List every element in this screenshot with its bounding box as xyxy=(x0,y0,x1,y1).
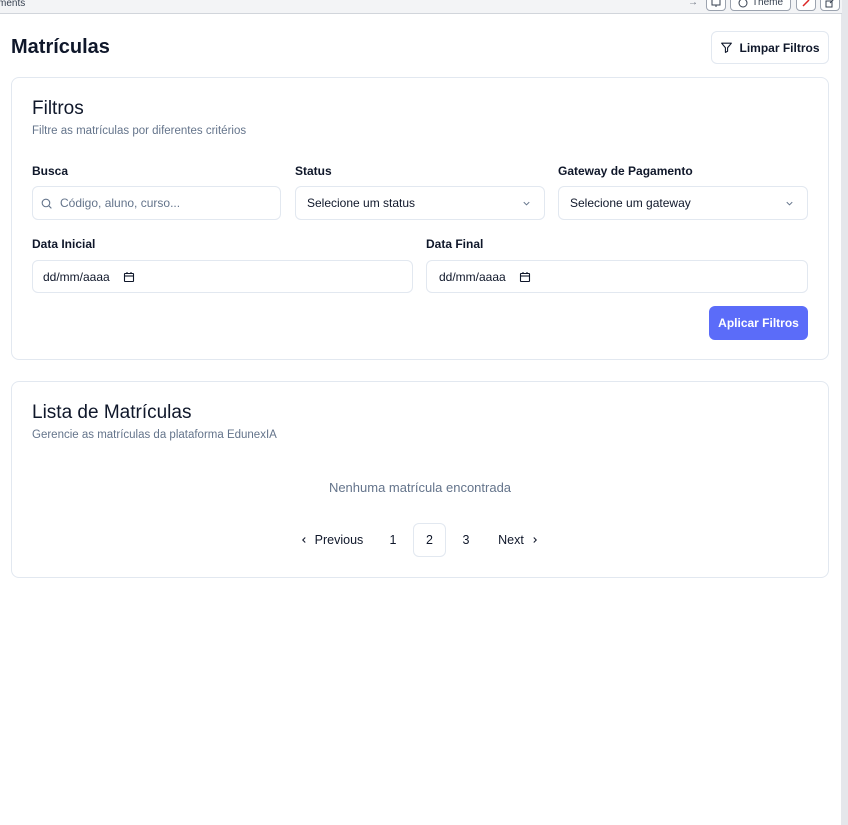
palette-icon xyxy=(738,0,748,7)
filters-subtitle: Filtre as matrículas por diferentes crit… xyxy=(32,125,247,137)
previous-label: Previous xyxy=(314,533,364,547)
theme-label: Theme xyxy=(751,0,784,8)
empty-state-text: Nenhuma matrícula encontrada xyxy=(328,480,512,495)
gateway-selected: Selecione um gateway xyxy=(570,196,691,210)
next-label: Next xyxy=(498,533,524,547)
search-input[interactable]: Código, aluno, curso... xyxy=(32,186,281,220)
list-title: Lista de Matrículas xyxy=(32,402,192,423)
gateway-select[interactable]: Selecione um gateway xyxy=(558,186,808,220)
tool-button[interactable] xyxy=(796,0,816,11)
next-page-button[interactable]: Next xyxy=(494,523,544,557)
chevron-down-icon xyxy=(786,201,793,206)
search-label: Busca xyxy=(32,164,69,178)
end-date-value: dd/mm/aaaa xyxy=(439,269,506,284)
browser-toolbar: ments → Theme xyxy=(0,0,848,14)
end-date-input[interactable]: dd/mm/aaaa xyxy=(426,260,808,293)
previous-page-button[interactable]: Previous xyxy=(296,523,366,557)
gateway-label: Gateway de Pagamento xyxy=(558,164,693,178)
list-subtitle: Gerencie as matrículas da plataforma Edu… xyxy=(32,429,277,441)
start-date-label: Data Inicial xyxy=(32,237,96,251)
external-link-icon xyxy=(825,0,834,7)
monitor-icon xyxy=(711,0,721,7)
start-date-input[interactable]: dd/mm/aaaa xyxy=(32,260,413,293)
filter-icon xyxy=(721,42,733,53)
arrow-right-icon[interactable]: → xyxy=(688,0,698,8)
search-icon xyxy=(41,198,52,209)
filters-title: Filtros xyxy=(32,98,84,119)
start-date-value: dd/mm/aaaa xyxy=(43,269,110,284)
external-link-button[interactable] xyxy=(820,0,840,11)
search-placeholder: Código, aluno, curso... xyxy=(60,196,181,210)
page-1-button[interactable]: 1 xyxy=(377,523,409,557)
enrollments-list-card: Lista de Matrículas Gerencie as matrícul… xyxy=(11,381,829,578)
status-label: Status xyxy=(295,164,332,178)
toolbar-left-text: ments xyxy=(0,0,26,9)
clear-filters-button[interactable]: Limpar Filtros xyxy=(711,31,829,64)
page-3-button[interactable]: 3 xyxy=(450,523,482,557)
filters-card: Filtros Filtre as matrículas por diferen… xyxy=(11,77,829,360)
apply-filters-button[interactable]: Aplicar Filtros xyxy=(709,306,808,340)
status-select[interactable]: Selecione um status xyxy=(295,186,545,220)
chevron-down-icon xyxy=(523,201,530,206)
pen-icon xyxy=(802,0,810,7)
chevron-left-icon xyxy=(301,537,306,543)
scrollbar[interactable] xyxy=(842,0,848,825)
page-title: Matrículas xyxy=(11,36,110,58)
theme-button[interactable]: Theme xyxy=(730,0,791,11)
chevron-right-icon xyxy=(533,537,537,543)
calendar-icon[interactable] xyxy=(123,271,135,283)
page-2-button[interactable]: 2 xyxy=(413,523,446,557)
end-date-label: Data Final xyxy=(426,237,484,251)
calendar-icon[interactable] xyxy=(519,271,531,283)
status-selected: Selecione um status xyxy=(307,196,416,210)
monitor-button[interactable] xyxy=(706,0,726,11)
clear-filters-label: Limpar Filtros xyxy=(739,40,820,55)
pagination: Previous 1 2 3 Next xyxy=(12,523,828,557)
